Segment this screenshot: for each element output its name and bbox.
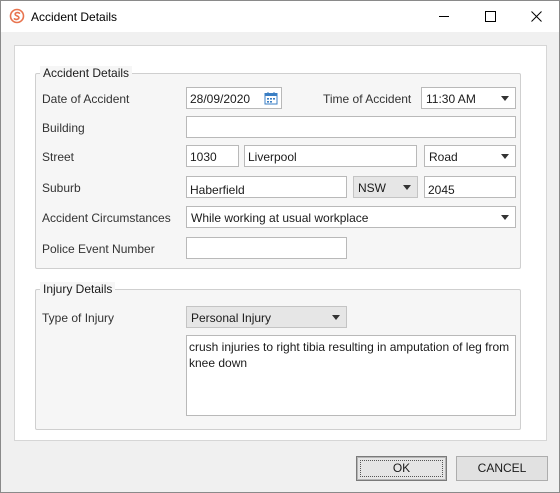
maximize-button[interactable] — [467, 1, 513, 32]
title-bar[interactable]: Accident Details — [1, 1, 559, 32]
maximize-icon — [484, 11, 496, 22]
type-of-injury-label: Type of Injury — [42, 311, 115, 325]
accident-circumstances-value: While working at usual workplace — [191, 211, 369, 225]
time-of-accident-select[interactable]: 11:30 AM — [421, 87, 516, 109]
type-of-injury-value: Personal Injury — [191, 311, 272, 325]
street-number-value: 1030 — [190, 150, 217, 164]
police-event-number-input[interactable] — [186, 237, 347, 259]
suburb-value: Haberfield — [190, 183, 245, 197]
cancel-button[interactable]: CANCEL — [456, 456, 548, 481]
app-logo-icon — [9, 8, 25, 24]
close-icon — [530, 11, 542, 22]
window-title: Accident Details — [31, 10, 118, 24]
street-name-value: Liverpool — [248, 150, 297, 164]
injury-details-title: Injury Details — [40, 282, 116, 296]
street-name-input[interactable]: Liverpool — [244, 145, 417, 167]
dialog-window: Accident Details Accident Details Date o… — [0, 0, 560, 493]
state-select[interactable]: NSW — [353, 176, 418, 198]
minimize-icon — [438, 16, 449, 17]
suburb-input[interactable]: Haberfield — [186, 176, 347, 198]
accident-circumstances-select[interactable]: While working at usual workplace — [186, 206, 516, 228]
injury-description-value: crush injuries to right tibia resulting … — [189, 340, 513, 370]
building-input[interactable] — [186, 116, 516, 138]
chevron-down-icon — [501, 154, 509, 159]
postcode-input[interactable]: 2045 — [424, 176, 516, 198]
minimize-button[interactable] — [421, 1, 467, 32]
state-value: NSW — [358, 181, 386, 195]
police-event-number-label: Police Event Number — [42, 242, 155, 256]
street-type-value: Road — [429, 150, 458, 164]
date-of-accident-label: Date of Accident — [42, 92, 130, 106]
street-label: Street — [42, 150, 75, 164]
street-type-select[interactable]: Road — [424, 145, 516, 167]
building-label: Building — [42, 121, 85, 135]
type-of-injury-select[interactable]: Personal Injury — [186, 306, 347, 328]
time-of-accident-value: 11:30 AM — [426, 92, 476, 106]
ok-button[interactable]: OK — [356, 456, 447, 481]
close-button[interactable] — [513, 1, 559, 32]
chevron-down-icon — [501, 96, 509, 101]
chevron-down-icon — [403, 185, 411, 190]
postcode-value: 2045 — [428, 183, 455, 197]
date-of-accident-value: 28/09/2020 — [190, 92, 251, 106]
calendar-icon[interactable] — [264, 91, 278, 105]
injury-description-textarea[interactable]: crush injuries to right tibia resulting … — [186, 335, 516, 416]
accident-circumstances-label: Accident Circumstances — [42, 211, 171, 225]
chevron-down-icon — [501, 215, 509, 220]
accident-details-title: Accident Details — [40, 66, 133, 80]
street-number-input[interactable]: 1030 — [186, 145, 239, 167]
suburb-label: Suburb — [42, 181, 81, 195]
ok-button-label: OK — [392, 461, 411, 475]
time-of-accident-label: Time of Accident — [323, 92, 412, 106]
cancel-button-label: CANCEL — [477, 461, 527, 475]
date-of-accident-field[interactable]: 28/09/2020 — [186, 87, 282, 109]
chevron-down-icon — [332, 315, 340, 320]
content-panel: Accident Details Date of Accident 28/09/… — [14, 45, 547, 441]
